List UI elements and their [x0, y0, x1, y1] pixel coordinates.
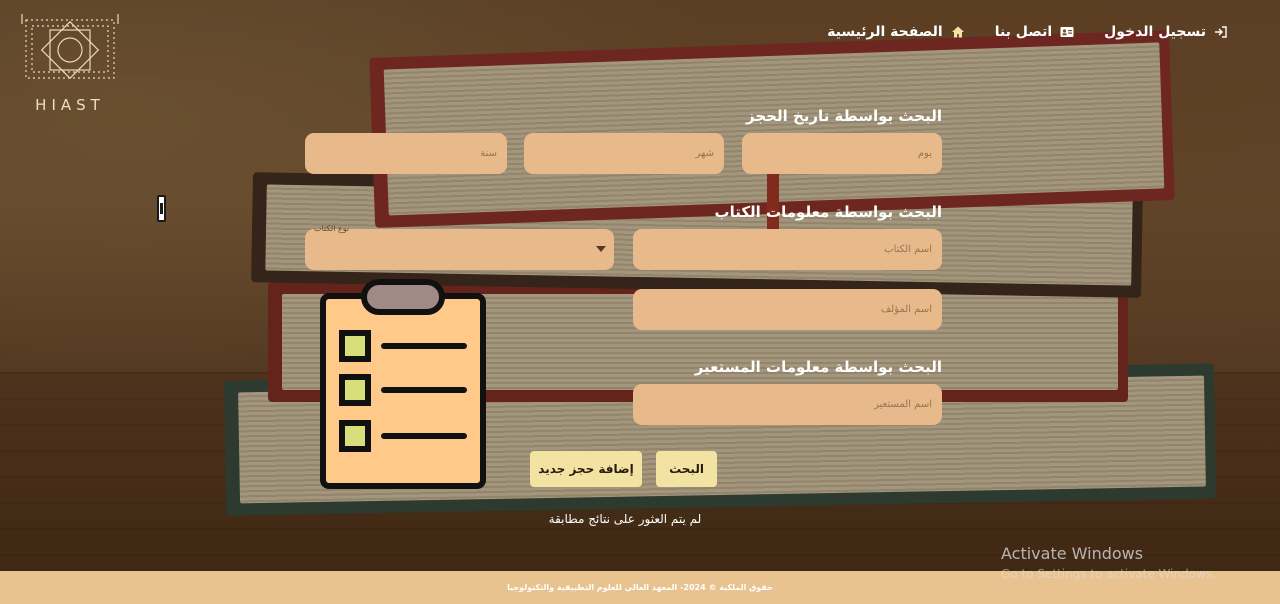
borrower-section-title: البحث بواسطة معلومات المستعير	[694, 358, 942, 376]
borrower-input[interactable]: اسم المستعير	[633, 384, 942, 425]
book-section-title: البحث بواسطة معلومات الكتاب	[714, 203, 943, 221]
date-section-title: البحث بواسطة تاريخ الحجز	[746, 107, 942, 125]
author-input[interactable]: اسم المؤلف	[633, 289, 942, 330]
book-type-label: نوع الكتاب	[314, 224, 350, 233]
month-input[interactable]: شهر	[524, 133, 724, 174]
top-nav: تسجيل الدخول اتصل بنا الصفحة الرئيسية	[827, 24, 1228, 40]
book-type-select[interactable]	[305, 229, 614, 270]
nav-home-label: الصفحة الرئيسية	[827, 24, 943, 40]
nav-contact-label: اتصل بنا	[994, 24, 1053, 40]
nav-home[interactable]: الصفحة الرئيسية	[827, 24, 965, 40]
year-placeholder: سنة	[480, 148, 497, 159]
activate-windows-watermark: Activate Windows Go to Settings to activ…	[1001, 544, 1216, 581]
clipboard-checklist-icon	[320, 279, 486, 489]
contact-card-icon	[1060, 27, 1074, 37]
scroll-handle-icon[interactable]	[157, 195, 166, 222]
nav-contact[interactable]: اتصل بنا	[995, 24, 1074, 40]
nav-login[interactable]: تسجيل الدخول	[1104, 24, 1228, 40]
search-button[interactable]: البحث	[656, 451, 717, 487]
month-placeholder: شهر	[695, 148, 714, 159]
activate-windows-title: Activate Windows	[1001, 544, 1144, 563]
day-input[interactable]: يوم	[742, 133, 942, 174]
home-icon	[951, 26, 964, 38]
activate-windows-subtitle: Go to Settings to activate Windows.	[1001, 567, 1216, 581]
chevron-down-icon	[596, 246, 606, 252]
borrower-placeholder: اسم المستعير	[874, 399, 932, 410]
login-icon	[1215, 26, 1227, 38]
no-results-message: لم يتم العثور على نتائج مطابقة	[548, 512, 702, 526]
book-name-placeholder: اسم الكتاب	[884, 244, 932, 255]
day-placeholder: يوم	[917, 148, 932, 159]
book-name-input[interactable]: اسم الكتاب	[633, 229, 942, 270]
footer-copyright: حقوق الملكية © 2024- المعهد العالي للعلو…	[507, 583, 773, 592]
year-input[interactable]: سنة	[305, 133, 507, 174]
add-reservation-button[interactable]: إضافة حجز جديد	[530, 451, 642, 487]
logo-text: HIAST	[35, 96, 105, 114]
nav-login-label: تسجيل الدخول	[1104, 24, 1206, 40]
author-placeholder: اسم المؤلف	[880, 304, 932, 315]
